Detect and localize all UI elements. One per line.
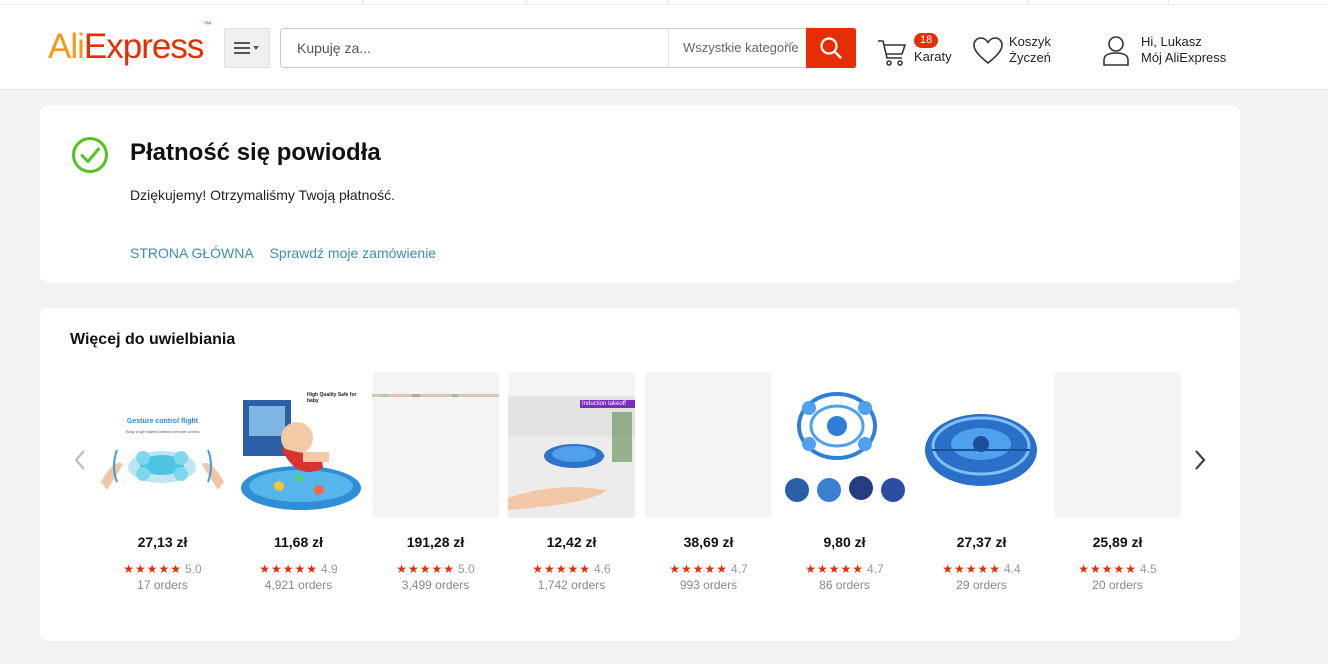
product-price: 25,89 zł	[1092, 534, 1143, 550]
product-orders: 1,742 orders	[537, 578, 606, 592]
product-orders: 86 orders	[819, 578, 870, 592]
product-image-caption: Gesture control flight	[126, 418, 199, 425]
rating-stars-icon: ★★★★★	[259, 562, 319, 576]
product-orders: 17 orders	[137, 578, 188, 592]
product-image	[372, 372, 499, 518]
chevron-left-icon	[74, 450, 85, 470]
product-orders: 4,921 orders	[264, 578, 333, 592]
wishlist-label-line2: Życzeń	[1009, 50, 1051, 65]
product-rating: ★★★★★ 4.7	[781, 562, 908, 576]
rating-stars-icon: ★★★★★	[123, 562, 183, 576]
carousel-next-button[interactable]	[1188, 448, 1212, 472]
product-rating: ★★★★★ 4.5	[1054, 562, 1181, 576]
payment-success-card: Płatność się powiodła Dziękujemy! Otrzym…	[40, 105, 1240, 283]
product-rating: ★★★★★ 4.9	[235, 562, 362, 576]
product-image: Gesture control flight Easy to get start…	[99, 372, 226, 518]
category-select[interactable]: Wszystkie kategorie	[668, 29, 806, 67]
wishlist-link[interactable]: Koszyk Życzeń	[972, 33, 1062, 73]
success-title: Płatność się powiodła	[130, 139, 381, 166]
account-link[interactable]: Hi, Lukasz Mój AliExpress	[1102, 33, 1242, 73]
product-image: High Quality Safe for baby	[235, 372, 362, 518]
cart-count-badge: 18	[914, 33, 939, 48]
product-price: 11,68 zł	[273, 534, 324, 550]
header: AliExpress™ Wszystkie kategorie	[0, 5, 1328, 90]
product-rating: ★★★★★ 5.0	[99, 562, 226, 576]
product-price: 27,13 zł	[137, 534, 188, 550]
product-image	[645, 372, 772, 518]
logo-tm: ™	[203, 20, 212, 30]
product-image	[918, 372, 1045, 518]
success-check-icon	[72, 137, 108, 173]
product-card[interactable]: 27,37 zł ★★★★★ 4.4 29 orders	[918, 372, 1045, 592]
hamburger-icon	[234, 42, 259, 54]
product-price: 191,28 zł	[406, 534, 465, 550]
product-orders: 993 orders	[679, 578, 738, 592]
check-orders-link[interactable]: Sprawdź moje zamówienie	[270, 245, 437, 261]
product-image: Induction takeoff	[508, 372, 635, 518]
product-card[interactable]: 191,28 zł ★★★★★ 5.0 3,499 orders	[372, 372, 499, 592]
wishlist-label-line1: Koszyk	[1009, 34, 1051, 49]
user-icon	[1103, 36, 1129, 66]
chevron-right-icon	[1195, 450, 1206, 470]
product-card[interactable]: High Quality Safe for baby 11,68 zł ★★★★…	[235, 372, 362, 592]
rating-value: 4.4	[1004, 562, 1021, 576]
product-price: 9,80 zł	[823, 534, 866, 550]
rating-stars-icon: ★★★★★	[669, 562, 729, 576]
rating-value: 5.0	[458, 562, 475, 576]
product-rating: ★★★★★ 5.0	[372, 562, 499, 576]
product-card[interactable]: Induction takeoff 12,42 zł ★★★★★ 4.6 1,74…	[508, 372, 635, 592]
rating-stars-icon: ★★★★★	[942, 562, 1002, 576]
search-button[interactable]	[806, 28, 856, 68]
categories-menu-button[interactable]	[224, 28, 270, 68]
product-price: 27,37 zł	[956, 534, 1007, 550]
rating-value: 4.7	[731, 562, 748, 576]
cart-icon	[878, 40, 907, 66]
success-message: Dziękujemy! Otrzymaliśmy Twoją płatność.	[130, 187, 396, 203]
product-price: 12,42 zł	[546, 534, 597, 550]
product-image-caption: High Quality Safe for baby	[307, 392, 357, 404]
rating-stars-icon: ★★★★★	[532, 562, 592, 576]
rating-value: 4.7	[867, 562, 884, 576]
account-greeting: Hi, Lukasz	[1141, 34, 1202, 49]
product-price: 38,69 zł	[683, 534, 734, 550]
search-bar: Wszystkie kategorie	[280, 28, 856, 68]
rating-stars-icon: ★★★★★	[396, 562, 456, 576]
recommendations-card: Więcej do uwielbiania Gesture control fl…	[40, 308, 1240, 641]
product-card[interactable]: 38,69 zł ★★★★★ 4.7 993 orders	[645, 372, 772, 592]
product-orders: 20 orders	[1092, 578, 1143, 592]
cart-label: Karaty	[914, 49, 952, 64]
account-my-aliexpress: Mój AliExpress	[1141, 50, 1227, 65]
carousel-prev-button[interactable]	[68, 448, 92, 472]
product-rating: ★★★★★ 4.7	[645, 562, 772, 576]
heart-icon	[973, 37, 1003, 65]
product-orders: 3,499 orders	[401, 578, 470, 592]
logo-part1: Ali	[48, 27, 85, 66]
product-image	[1054, 372, 1181, 518]
success-links: STRONA GŁÓWNA Sprawdź moje zamówienie	[130, 245, 448, 261]
product-card[interactable]: 9,80 zł ★★★★★ 4.7 86 orders	[781, 372, 908, 592]
product-rating: ★★★★★ 4.4	[918, 562, 1045, 576]
home-link[interactable]: STRONA GŁÓWNA	[130, 245, 254, 261]
logo-part2: Express	[83, 27, 204, 66]
rating-stars-icon: ★★★★★	[1078, 562, 1138, 576]
rating-value: 4.9	[321, 562, 338, 576]
aliexpress-logo[interactable]: AliExpress™	[48, 20, 211, 67]
category-select-value: Wszystkie kategorie	[683, 40, 799, 55]
rating-value: 5.0	[185, 562, 202, 576]
cart-link[interactable]: 18 Karaty	[876, 33, 956, 73]
product-card[interactable]: Gesture control flight Easy to get start…	[99, 372, 226, 592]
search-input[interactable]	[281, 29, 667, 67]
recommendations-title: Więcej do uwielbiania	[70, 331, 236, 348]
product-image-caption: Induction takeoff	[580, 400, 635, 408]
product-image-subcaption: Easy to get started without remote contr…	[125, 429, 200, 434]
chevron-down-icon	[784, 39, 794, 52]
rating-stars-icon: ★★★★★	[805, 562, 865, 576]
rating-value: 4.5	[1140, 562, 1157, 576]
rating-value: 4.6	[594, 562, 611, 576]
product-image	[781, 372, 908, 518]
search-icon	[820, 37, 842, 59]
product-orders: 29 orders	[956, 578, 1007, 592]
product-card[interactable]: 25,89 zł ★★★★★ 4.5 20 orders	[1054, 372, 1181, 592]
product-rating: ★★★★★ 4.6	[508, 562, 635, 576]
